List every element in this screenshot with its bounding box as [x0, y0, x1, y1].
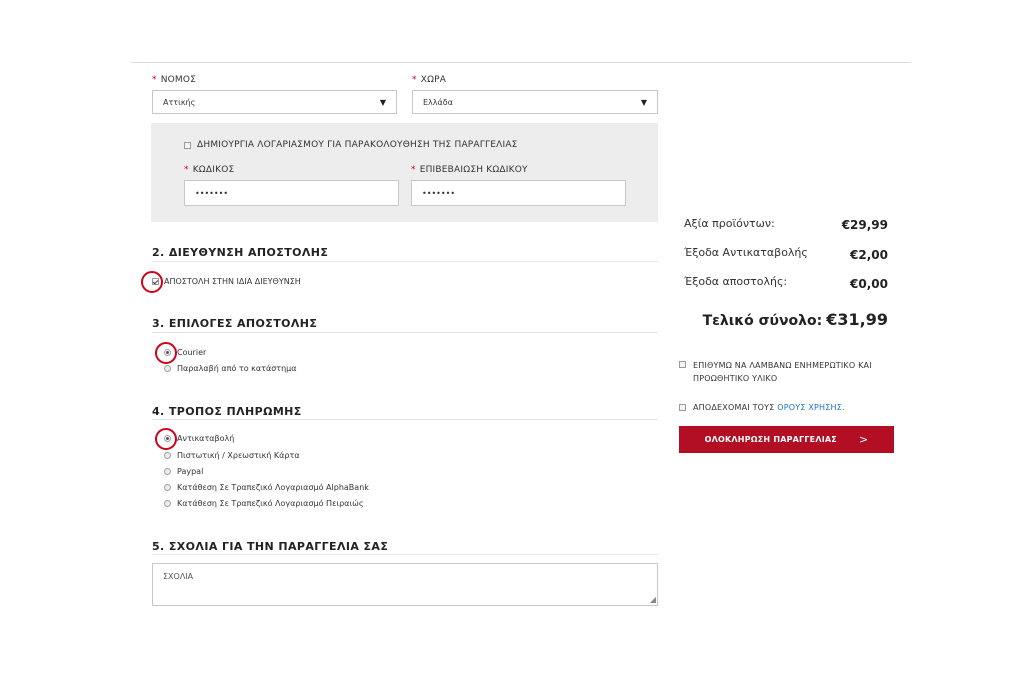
- create-account-label: ΔΗΜΙΟΥΡΓΙΑ ΛΟΓΑΡΙΑΣΜΟΥ ΓΙΑ ΠΑΡΑΚΟΛΟΥΘΗΣΗ…: [197, 140, 518, 150]
- terms-row[interactable]: ΑΠΟΔΕΧΟΜΑΙ ΤΟΥΣ ΟΡΟΥΣ ΧΡΗΣΗΣ.: [679, 401, 845, 414]
- section-comments-title: 5. ΣΧΟΛΙΑ ΓΙΑ ΤΗΝ ΠΑΡΑΓΓΕΛΙΑ ΣΑΣ: [152, 540, 389, 553]
- payment-option-alphabank[interactable]: Κατάθεση Σε Τραπεζικό Λογαριασμό AlphaBa…: [164, 483, 369, 492]
- highlight-circle: [155, 342, 177, 364]
- radio-button[interactable]: [164, 365, 171, 372]
- dropdown-arrow-icon: ▼: [379, 97, 386, 107]
- same-address-row[interactable]: ΑΠΟΣΤΟΛΗ ΣΤΗΝ ΙΔΙΑ ΔΙΕΥΘΥΝΣΗ: [152, 277, 301, 286]
- password-field[interactable]: •••••••: [184, 180, 399, 206]
- radio-button[interactable]: [164, 500, 171, 507]
- same-address-label: ΑΠΟΣΤΟΛΗ ΣΤΗΝ ΙΔΙΑ ΔΙΕΥΘΥΝΣΗ: [164, 277, 301, 286]
- products-value: €29,99: [841, 218, 888, 232]
- total-value: €31,99: [826, 310, 888, 329]
- section-payment-title: 4. ΤΡΟΠΟΣ ΠΛΗΡΩΜΗΣ: [152, 405, 302, 418]
- terms-checkbox[interactable]: [679, 404, 686, 411]
- order-total: Τελικό σύνολο: €31,99: [700, 310, 888, 329]
- confirm-password-label: * ΕΠΙΒΕΒΑΙΩΣΗ ΚΩΔΙΚΟΥ: [411, 165, 528, 175]
- newsletter-checkbox[interactable]: [679, 361, 686, 368]
- terms-label: ΑΠΟΔΕΧΟΜΑΙ ΤΟΥΣ: [693, 403, 775, 412]
- highlight-circle: [155, 428, 177, 450]
- newsletter-label: ΕΠΙΘΥΜΩ ΝΑ ΛΑΜΒΑΝΩ ΕΝΗΜΕΡΩΤΙΚΟ ΚΑΙ ΠΡΟΩΘ…: [693, 361, 872, 383]
- products-value-label: Αξία προϊόντων:: [684, 217, 775, 230]
- payment-option-card[interactable]: Πιστωτική / Χρεωστική Κάρτα: [164, 451, 300, 460]
- comments-placeholder: ΣΧΟΛΙΑ: [163, 572, 194, 581]
- section-divider: [152, 332, 658, 333]
- newsletter-row[interactable]: ΕΠΙΘΥΜΩ ΝΑ ΛΑΜΒΑΝΩ ΕΝΗΜΕΡΩΤΙΚΟ ΚΑΙ ΠΡΟΩΘ…: [679, 359, 894, 385]
- section-divider: [152, 554, 658, 555]
- radio-button[interactable]: [164, 484, 171, 491]
- complete-order-button[interactable]: ΟΛΟΚΛΗΡΩΣΗ ΠΑΡΑΓΓΕΛΙΑΣ >: [679, 426, 894, 453]
- nomos-label: * ΝΟΜΟΣ: [152, 75, 197, 85]
- section-shipping-options-title: 3. ΕΠΙΛΟΓΕΣ ΑΠΟΣΤΟΛΗΣ: [152, 317, 318, 330]
- shipping-option-store-pickup[interactable]: Παραλαβή από το κατάστημα: [164, 364, 297, 373]
- create-account-checkbox[interactable]: [184, 141, 191, 149]
- resize-grip-icon[interactable]: ◢: [650, 596, 656, 604]
- xora-label: * ΧΩΡΑ: [412, 75, 447, 85]
- password-label: * ΚΩΔΙΚΟΣ: [184, 165, 235, 175]
- payment-option-paypal[interactable]: Paypal: [164, 467, 203, 476]
- radio-button[interactable]: [164, 452, 171, 459]
- create-account-row[interactable]: ΔΗΜΙΟΥΡΓΙΑ ΛΟΓΑΡΙΑΣΜΟΥ ΓΙΑ ΠΑΡΑΚΟΛΟΥΘΗΣΗ…: [184, 140, 518, 150]
- payment-option-piraeus[interactable]: Κατάθεση Σε Τραπεζικό Λογαριασμό Πειραιώ…: [164, 499, 364, 508]
- xora-select[interactable]: Ελλάδα ▼: [412, 90, 658, 114]
- highlight-circle: [141, 271, 163, 293]
- shipping-fee-label: Έξοδα αποστολής:: [684, 275, 788, 288]
- comments-textarea[interactable]: ΣΧΟΛΙΑ ◢: [152, 563, 658, 606]
- radio-button[interactable]: [164, 468, 171, 475]
- cod-fee-value: €2,00: [850, 248, 888, 262]
- chevron-right-icon: >: [858, 433, 869, 446]
- section-divider: [152, 261, 658, 262]
- top-divider: [131, 62, 911, 63]
- section-shipping-address-title: 2. ΔΙΕΥΘΥΝΣΗ ΑΠΟΣΤΟΛΗΣ: [152, 246, 329, 259]
- nomos-select[interactable]: Αττικής ▼: [152, 90, 397, 114]
- shipping-fee-value: €0,00: [850, 277, 888, 291]
- dropdown-arrow-icon: ▼: [640, 97, 647, 107]
- total-label: Τελικό σύνολο:: [702, 313, 823, 329]
- terms-link[interactable]: ΟΡΟΥΣ ΧΡΗΣΗΣ.: [777, 403, 845, 412]
- confirm-password-field[interactable]: •••••••: [411, 180, 626, 206]
- section-divider: [152, 419, 658, 420]
